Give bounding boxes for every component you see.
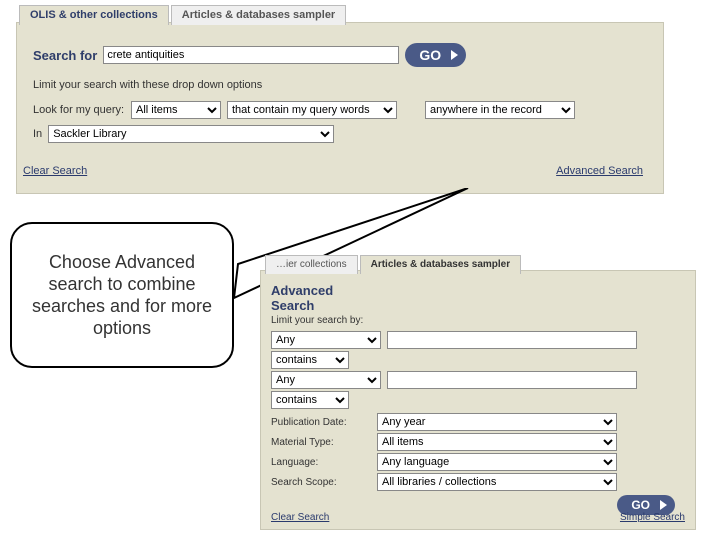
advanced-title: Advanced Search [271,283,333,313]
item-type-select[interactable]: All items [131,101,221,119]
pub-date-select[interactable]: Any year [377,413,617,431]
clear-search-link[interactable]: Clear Search [23,165,87,177]
simple-search-link[interactable]: Simple Search [620,512,685,523]
adv-go-label: GO [631,498,650,512]
pub-date-label: Publication Date: [271,417,371,428]
adv-field-1-select[interactable]: Any [271,331,381,349]
scope-select[interactable]: anywhere in the record [425,101,575,119]
search-input[interactable] [103,46,399,64]
tab-olis[interactable]: OLIS & other collections [19,5,169,25]
adv-tab-bar: …ier collections Articles & databases sa… [265,255,523,274]
material-type-select[interactable]: All items [377,433,617,451]
adv-tab-collections[interactable]: …ier collections [265,255,358,274]
advanced-search-link[interactable]: Advanced Search [556,165,643,177]
search-scope-label: Search Scope: [271,477,371,488]
language-label: Language: [271,457,371,468]
advanced-subtitle: Limit your search by: [271,315,363,326]
tab-bar: OLIS & other collections Articles & data… [19,5,348,25]
callout-bubble: Choose Advanced search to combine search… [10,222,234,368]
library-select[interactable]: Sackler Library [48,125,334,143]
go-button[interactable]: GO [405,43,466,67]
limit-hint: Limit your search with these drop down o… [33,79,262,91]
match-mode-select[interactable]: that contain my query words [227,101,397,119]
adv-term-1-input[interactable] [387,331,637,349]
adv-field-2-select[interactable]: Any [271,371,381,389]
adv-op-2-select[interactable]: contains [271,391,349,409]
adv-op-1-select[interactable]: contains [271,351,349,369]
go-button-label: GO [419,47,441,63]
adv-term-2-input[interactable] [387,371,637,389]
search-for-label: Search for [33,48,97,63]
chevron-right-icon [660,500,667,510]
search-scope-select[interactable]: All libraries / collections [377,473,617,491]
simple-search-panel: OLIS & other collections Articles & data… [16,22,664,194]
callout-text: Choose Advanced search to combine search… [24,251,220,339]
in-label: In [33,128,42,140]
adv-clear-link[interactable]: Clear Search [271,512,329,523]
chevron-right-icon [451,50,458,60]
adv-tab-articles[interactable]: Articles & databases sampler [360,255,522,274]
language-select[interactable]: Any language [377,453,617,471]
advanced-search-panel: …ier collections Articles & databases sa… [260,270,696,530]
tab-articles[interactable]: Articles & databases sampler [171,5,346,25]
look-for-label: Look for my query: [33,104,125,116]
material-type-label: Material Type: [271,437,371,448]
